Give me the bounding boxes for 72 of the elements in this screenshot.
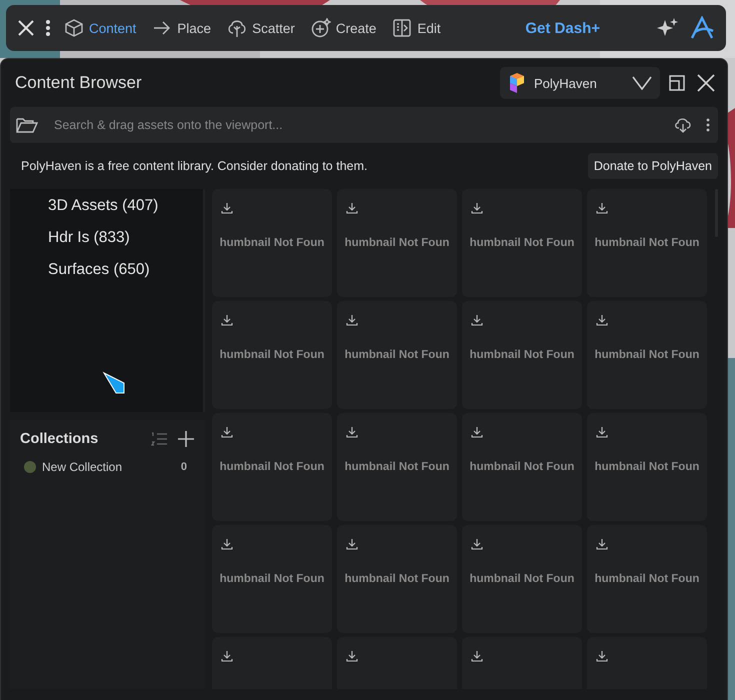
asset-card[interactable]: humbnail Not Foun bbox=[212, 301, 332, 409]
download-icon[interactable] bbox=[221, 314, 233, 326]
thumbnail-missing-text: humbnail Not Foun bbox=[344, 573, 450, 585]
download-icon[interactable] bbox=[346, 202, 358, 214]
thumbnail-missing-text: humbnail Not Foun bbox=[220, 461, 324, 473]
add-icon[interactable] bbox=[177, 430, 195, 448]
donate-button[interactable]: Donate to PolyHaven bbox=[588, 153, 718, 179]
download-icon[interactable] bbox=[221, 426, 233, 438]
collection-item[interactable]: New Collection 0 bbox=[20, 460, 195, 474]
category-item[interactable]: 3D Assets (407) bbox=[48, 197, 158, 215]
download-icon[interactable] bbox=[596, 314, 608, 326]
thumbnail-missing-text: humbnail Not Foun bbox=[470, 349, 574, 361]
download-icon[interactable] bbox=[596, 538, 608, 550]
download-icon[interactable] bbox=[596, 426, 608, 438]
collection-count: 0 bbox=[180, 461, 187, 473]
asset-card[interactable]: humbnail Not Foun bbox=[337, 301, 457, 409]
thumbnail-missing-text: humbnail Not Foun bbox=[344, 349, 450, 361]
asset-card[interactable]: humbnail Not Foun bbox=[462, 189, 582, 297]
search-bar[interactable]: Search & drag assets onto the viewport... bbox=[10, 107, 718, 143]
download-icon[interactable] bbox=[346, 426, 358, 438]
category-item[interactable]: Surfaces (650) bbox=[48, 261, 150, 279]
source-dropdown[interactable]: PolyHaven bbox=[500, 67, 660, 99]
thumbnail-missing-text: humbnail Not Foun bbox=[470, 573, 574, 585]
download-icon[interactable] bbox=[471, 426, 483, 438]
asset-card[interactable]: humbnail Not Foun bbox=[462, 413, 582, 521]
download-icon[interactable] bbox=[596, 650, 608, 662]
thumbnail-missing-text: humbnail Not Foun bbox=[594, 461, 700, 473]
thumbnail-missing-text: humbnail Not Foun bbox=[470, 237, 574, 249]
asset-card[interactable]: humbnail Not Foun bbox=[212, 189, 332, 297]
thumbnail-missing-text: humbnail Not Foun bbox=[594, 349, 700, 361]
asset-card[interactable]: humbnail Not Foun bbox=[462, 301, 582, 409]
asset-card[interactable]: humbnail Not Foun bbox=[587, 525, 707, 633]
folder-icon bbox=[16, 116, 38, 134]
more-icon[interactable] bbox=[706, 118, 710, 132]
download-icon[interactable] bbox=[346, 650, 358, 662]
thumbnail-missing-text: humbnail Not Foun bbox=[470, 461, 574, 473]
category-item[interactable]: Hdr Is (833) bbox=[48, 229, 130, 247]
thumbnail-missing-text: humbnail Not Foun bbox=[344, 461, 450, 473]
asset-card[interactable]: humbnail Not Foun bbox=[337, 189, 457, 297]
thumbnail-missing-text: humbnail Not Foun bbox=[594, 573, 700, 585]
download-icon[interactable] bbox=[346, 314, 358, 326]
collection-name: New Collection bbox=[42, 460, 124, 474]
numbered-list-icon[interactable] bbox=[151, 432, 167, 446]
asset-card[interactable]: humbnail Not Foun bbox=[212, 525, 332, 633]
download-icon[interactable] bbox=[221, 538, 233, 550]
asset-card[interactable]: humbnail Not Foun bbox=[462, 525, 582, 633]
thumbnail-missing-text: humbnail Not Foun bbox=[220, 349, 324, 361]
chevron-down-icon bbox=[632, 76, 652, 90]
download-icon[interactable] bbox=[471, 314, 483, 326]
collections-heading: Collections bbox=[20, 431, 100, 447]
search-field[interactable]: Search & drag assets onto the viewport... bbox=[52, 117, 660, 133]
download-icon[interactable] bbox=[346, 538, 358, 550]
asset-card[interactable]: humbnail Not Foun bbox=[587, 301, 707, 409]
thumbnail-missing-text: humbnail Not Foun bbox=[220, 573, 324, 585]
cloud-download-icon[interactable] bbox=[674, 117, 692, 133]
download-icon[interactable] bbox=[221, 202, 233, 214]
asset-card[interactable]: humbnail Not Foun bbox=[587, 413, 707, 521]
download-icon[interactable] bbox=[596, 202, 608, 214]
polyhaven-logo-icon bbox=[508, 72, 526, 94]
thumbnail-missing-text: humbnail Not Foun bbox=[594, 237, 700, 249]
thumbnail-missing-text: humbnail Not Foun bbox=[220, 237, 324, 249]
info-text: PolyHaven is a free content library. Consider donating to them. bbox=[21, 159, 368, 173]
download-icon[interactable] bbox=[471, 650, 483, 662]
asset-card[interactable]: humbnail Not Foun bbox=[212, 413, 332, 521]
panel-title: Content Browser bbox=[15, 73, 143, 93]
download-icon[interactable] bbox=[471, 538, 483, 550]
asset-card[interactable]: humbnail Not Foun bbox=[337, 413, 457, 521]
asset-card[interactable]: humbnail Not Foun bbox=[587, 189, 707, 297]
asset-card[interactable]: humbnail Not Foun bbox=[337, 525, 457, 633]
thumbnail-missing-text: humbnail Not Foun bbox=[344, 237, 450, 249]
download-icon[interactable] bbox=[221, 650, 233, 662]
download-icon[interactable] bbox=[471, 202, 483, 214]
